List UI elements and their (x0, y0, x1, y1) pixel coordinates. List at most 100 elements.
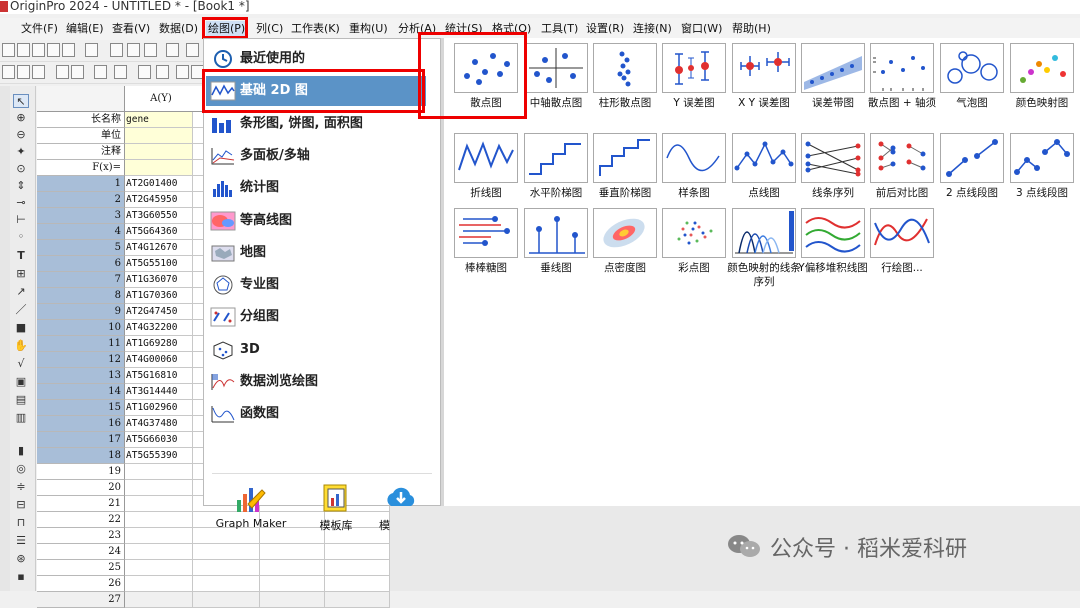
row-number[interactable]: 7 (37, 272, 125, 288)
gene-cell[interactable]: AT4G32200 (125, 320, 193, 336)
plot-category-specialized[interactable]: 专业图 (206, 270, 426, 300)
plot-type-line-series[interactable] (801, 133, 865, 183)
row-number[interactable]: 23 (37, 528, 125, 544)
list-tool-icon[interactable]: ☰ (13, 534, 29, 548)
redo-icon[interactable] (156, 65, 169, 79)
plot-type-two-point-segment[interactable] (940, 133, 1004, 183)
row-number[interactable]: 2 (37, 192, 125, 208)
plot-type-label[interactable]: 3 点线段图 (1002, 186, 1080, 200)
plot-type-label[interactable]: 前后对比图 (862, 186, 942, 200)
table-tool-icon[interactable]: ⊟ (13, 498, 29, 512)
menu-view[interactable]: 查看(V) (110, 21, 152, 37)
row-number[interactable]: 4 (37, 224, 125, 240)
empty-cell[interactable] (193, 576, 260, 592)
gene-cell[interactable] (125, 544, 193, 560)
menu-plot[interactable]: 绘图(P) (206, 21, 248, 37)
row-number[interactable]: 6 (37, 256, 125, 272)
row-number[interactable]: 12 (37, 352, 125, 368)
menu-edit[interactable]: 编辑(E) (64, 21, 106, 37)
new-graph-icon[interactable] (47, 43, 60, 57)
gene-cell[interactable] (125, 560, 193, 576)
empty-cell[interactable] (193, 544, 260, 560)
plot-type-scatter[interactable] (454, 43, 518, 93)
plot-type-label[interactable]: 折线图 (446, 186, 526, 200)
circle-tool-icon[interactable]: ◎ (13, 462, 29, 476)
gene-cell[interactable]: AT4G37480 (125, 416, 193, 432)
row-number[interactable]: 25 (37, 560, 125, 576)
plot-type-label[interactable]: 气泡图 (932, 96, 1012, 110)
empty-cell[interactable] (325, 576, 390, 592)
new-folder-icon[interactable] (17, 43, 30, 57)
menu-reshape[interactable]: 重构(U) (347, 21, 390, 37)
row-number[interactable]: 19 (37, 464, 125, 480)
row-number[interactable]: 9 (37, 304, 125, 320)
empty-cell[interactable] (260, 592, 325, 608)
text-tool-icon[interactable]: T (13, 249, 29, 263)
plot-type-xy-error[interactable] (732, 43, 796, 93)
row-number[interactable]: 14 (37, 384, 125, 400)
refresh-icon[interactable] (94, 65, 107, 79)
plot-type-horizontal-step[interactable] (524, 133, 588, 183)
plot-type-label[interactable]: Y偏移堆积线图 (793, 261, 873, 275)
plot-type-label[interactable]: 样条图 (654, 186, 734, 200)
gene-cell[interactable]: AT1G02960 (125, 400, 193, 416)
menu-format[interactable]: 格式(O) (490, 21, 533, 37)
gene-cell[interactable]: AT4G00060 (125, 352, 193, 368)
row-number[interactable]: 3 (37, 208, 125, 224)
corner-cell[interactable] (37, 86, 125, 112)
empty-cell[interactable] (325, 592, 390, 608)
zoom-out-tool-icon[interactable]: ⊖ (13, 128, 29, 142)
region-tool-icon[interactable]: ⊢ (13, 213, 29, 227)
plot-type-label[interactable]: 颜色映射的线条序列 (724, 261, 804, 289)
plot-type-label[interactable]: 颜色映射图 (1002, 96, 1080, 110)
row-number[interactable]: 24 (37, 544, 125, 560)
plot-category-map[interactable]: 地图 (206, 238, 426, 268)
gene-cell[interactable]: AT4G12670 (125, 240, 193, 256)
graph-maker-button[interactable]: Graph Maker (206, 482, 296, 538)
plot-type-label[interactable]: 水平阶梯图 (516, 186, 596, 200)
rectangle-tool-icon[interactable]: ■ (13, 321, 29, 335)
merge-tool-icon[interactable]: ≑ (13, 480, 29, 494)
gene-cell[interactable] (125, 592, 193, 608)
pan-tool-icon[interactable]: ✦ (13, 145, 29, 159)
menu-connect[interactable]: 连接(N) (631, 21, 674, 37)
plot-type-center-scatter[interactable] (524, 43, 588, 93)
stack-tool-icon[interactable]: ▥ (13, 411, 29, 425)
row-number[interactable]: 8 (37, 288, 125, 304)
menu-worksheet[interactable]: 工作表(K) (289, 21, 342, 37)
plot-type-label[interactable]: 彩点图 (654, 261, 734, 275)
open-folder-icon[interactable] (186, 43, 199, 57)
plot-type-row-wise-plot[interactable] (870, 208, 934, 258)
plot-type-three-point-segment[interactable] (1010, 133, 1074, 183)
gene-cell[interactable]: AT5G55390 (125, 448, 193, 464)
row-number[interactable]: 17 (37, 432, 125, 448)
plot-type-color-map-scatter[interactable] (1010, 43, 1074, 93)
plot-type-spline[interactable] (662, 133, 726, 183)
plot-type-column-scatter[interactable] (593, 43, 657, 93)
menu-window[interactable]: 窗口(W) (679, 21, 724, 37)
gene-cell[interactable]: AT2G01400 (125, 176, 193, 192)
empty-cell[interactable] (325, 560, 390, 576)
arrow-tool-icon[interactable]: ↗ (13, 285, 29, 299)
plot-type-label[interactable]: 散点图 + 轴须 (862, 96, 942, 110)
plot-type-scatter-rug[interactable] (870, 43, 934, 93)
gene-cell[interactable]: AT3G60550 (125, 208, 193, 224)
gene-cell[interactable]: AT5G55100 (125, 256, 193, 272)
empty-cell[interactable] (325, 544, 390, 560)
empty-cell[interactable] (260, 576, 325, 592)
plot-type-label[interactable]: 棒棒糖图 (446, 261, 526, 275)
line-tool-icon[interactable]: ／ (13, 303, 29, 317)
row-number[interactable]: 18 (37, 448, 125, 464)
gene-cell[interactable] (125, 464, 193, 480)
bar-tool-icon[interactable]: ▮ (13, 444, 29, 458)
layer-tool-icon[interactable]: ▤ (13, 393, 29, 407)
gene-cell[interactable] (125, 512, 193, 528)
plot-category-function[interactable]: 函数图 (206, 399, 426, 429)
row-number[interactable]: 27 (37, 592, 125, 608)
plot-category-bar-pie-area[interactable]: 条形图, 饼图, 面积图 (206, 109, 426, 139)
plot-type-drop-line[interactable] (524, 208, 588, 258)
hand-tool-icon[interactable]: ✋ (13, 339, 29, 353)
plot-type-density-dots[interactable] (593, 208, 657, 258)
row-number[interactable]: 16 (37, 416, 125, 432)
equation-tool-icon[interactable]: √ (13, 357, 29, 371)
